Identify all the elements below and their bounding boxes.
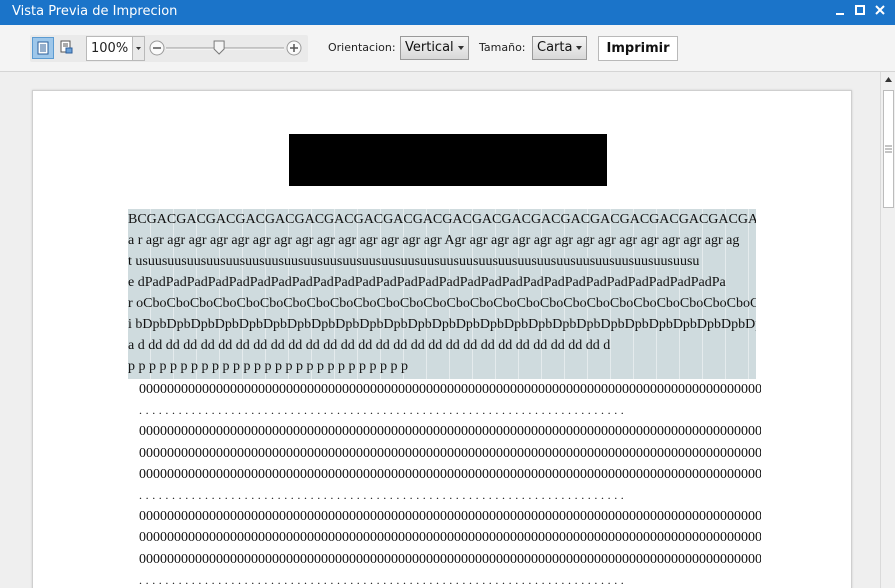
zoom-slider[interactable] [148, 36, 304, 60]
single-page-view-button[interactable] [32, 37, 54, 59]
scroll-up-arrow-icon[interactable] [881, 72, 895, 87]
data-row: ........................................… [139, 572, 628, 587]
slider-thumb[interactable] [213, 40, 225, 55]
header-row: BCGACGACGACGACGACGACGACGACGACGACGACGACGA… [128, 212, 756, 227]
close-icon[interactable] [873, 3, 887, 19]
minimize-icon[interactable] [833, 3, 847, 19]
data-row: 0000000000000000000000000000000000000000… [139, 551, 761, 567]
header-row: r oCboCboCboCboCboCboCboCboCboCboCboCboC… [128, 296, 756, 311]
orientation-label: Orientacion: [328, 41, 396, 54]
header-row: e dPadPadPadPadPadPadPadPadPadPadPadPadP… [128, 275, 726, 290]
chevron-down-icon [136, 47, 141, 50]
data-row: ........................................… [139, 488, 628, 502]
header-row: a d dd dd dd dd dd dd dd dd dd dd dd dd … [128, 338, 611, 353]
data-row: 0000000000000000000000000000000000000000… [139, 382, 761, 397]
data-row: 0000000000000000000000000000000000000000… [139, 509, 761, 525]
orientation-value: Vertical [405, 40, 454, 55]
size-label: Tamaño: [479, 41, 526, 54]
report-header-band: BCGACGACGACGACGACGACGACGACGACGACGACGACGA… [128, 209, 756, 379]
view-zoom-group: 100% [30, 35, 308, 62]
page-view-icon [37, 41, 49, 55]
title-bar: Vista Previa de Imprecion [0, 0, 895, 25]
scrollbar-thumb[interactable] [883, 90, 894, 208]
zoom-out-icon[interactable] [149, 40, 165, 56]
orientation-select[interactable]: Vertical [400, 36, 469, 60]
preview-toolbar: 100% Orientacion: Vertical Tamaño: Carta [0, 25, 895, 72]
page-settings-icon [60, 40, 73, 54]
report-logo-placeholder [289, 134, 607, 186]
paper-size-value: Carta [537, 40, 573, 55]
page-setup-view-button[interactable] [56, 37, 78, 59]
data-row: 0000000000000000000000000000000000000000… [139, 424, 761, 440]
data-row: 0000000000000000000000000000000000000000… [139, 466, 761, 482]
header-row: t usuusuusuusuusuusuusuusuusuusuusuusuus… [128, 254, 700, 269]
data-row: 0000000000000000000000000000000000000000… [139, 445, 761, 461]
window-title: Vista Previa de Imprecion [12, 4, 178, 19]
header-row: p p p p p p p p p p p p p p p p p p p p … [128, 359, 408, 374]
zoom-in-icon[interactable] [286, 40, 302, 56]
header-row: a r agr agr agr agr agr agr agr agr agr … [128, 233, 740, 248]
preview-viewport[interactable]: BCGACGACGACGACGACGACGACGACGACGACGACGACGA… [0, 72, 880, 588]
paper-size-select[interactable]: Carta [532, 36, 587, 60]
print-button[interactable]: Imprimir [598, 36, 678, 61]
zoom-dropdown-button[interactable] [132, 36, 145, 61]
vertical-scrollbar[interactable] [880, 72, 895, 588]
window-controls [833, 3, 887, 19]
data-row: ........................................… [139, 403, 628, 418]
report-page: BCGACGACGACGACGACGACGACGACGACGACGACGACGA… [32, 90, 852, 588]
maximize-icon[interactable] [853, 3, 867, 19]
data-row: 0000000000000000000000000000000000000000… [139, 530, 761, 546]
header-row: i bDpbDpbDpbDpbDpbDpbDpbDpbDpbDpbDpbDpbD… [128, 317, 756, 332]
chevron-down-icon [458, 46, 464, 50]
chevron-down-icon [576, 46, 582, 50]
